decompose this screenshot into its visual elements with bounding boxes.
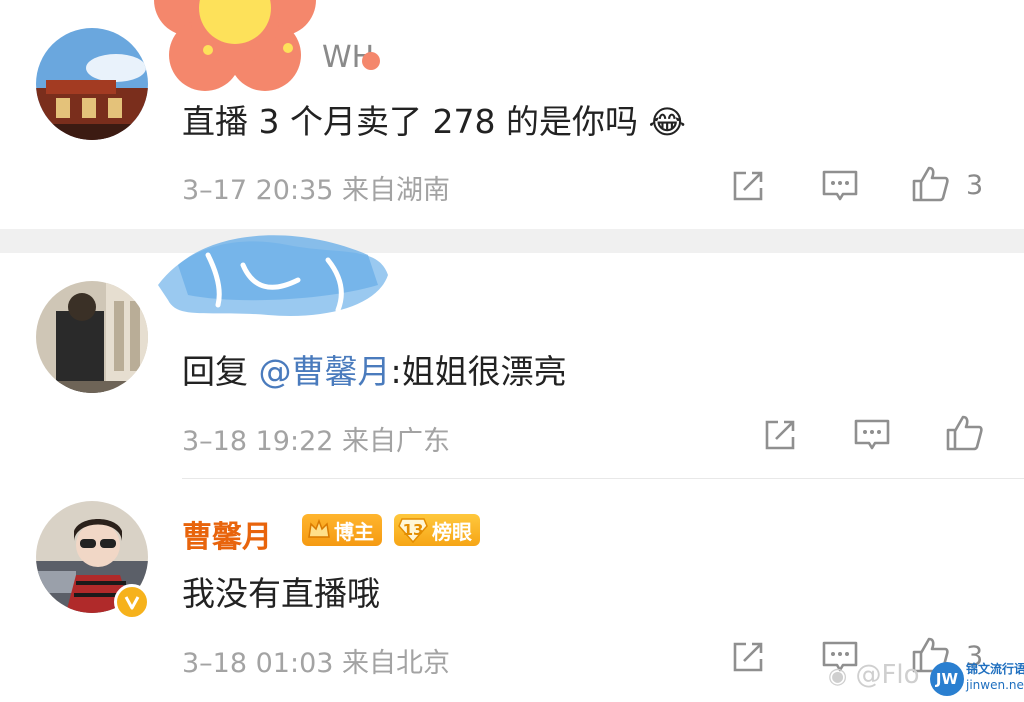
crown-icon bbox=[308, 518, 330, 538]
like-icon bbox=[912, 166, 949, 202]
share-icon bbox=[765, 420, 795, 450]
weibo-logo-icon: ◉ bbox=[828, 664, 848, 689]
site-name: 锦文流行语 bbox=[966, 662, 1024, 676]
rank-diamond-icon: 13 bbox=[398, 517, 428, 543]
share-icon bbox=[733, 171, 763, 201]
comment-text: 直播 3 个月卖了 278 的是你吗 😂 bbox=[182, 95, 686, 143]
laugh-cry-emoji: 😂 bbox=[648, 103, 686, 141]
rank-badge-label: 榜眼 bbox=[432, 519, 472, 544]
username-redaction-scribble bbox=[148, 225, 398, 335]
like-button[interactable] bbox=[910, 164, 950, 204]
share-button[interactable] bbox=[760, 415, 800, 455]
comment-meta: 3–18 19:22 来自广东 bbox=[182, 426, 451, 457]
verified-icon bbox=[114, 584, 150, 620]
sticker-dot bbox=[362, 52, 380, 70]
flower-sticker bbox=[130, 0, 340, 110]
site-watermark: JW 锦文流行语 jinwen.net bbox=[930, 658, 1024, 702]
comment-text-body: 直播 3 个月卖了 278 的是你吗 bbox=[182, 102, 638, 141]
reply-button[interactable] bbox=[852, 415, 892, 455]
blogger-badge-label: 博主 bbox=[334, 519, 374, 544]
watermark-handle: @Flo bbox=[855, 660, 920, 690]
like-button[interactable] bbox=[944, 413, 984, 453]
blogger-badge: 博主 bbox=[302, 514, 382, 546]
comment-item: WH 直播 3 个月卖了 278 的是你吗 😂 3–17 20:35 来自湖南 … bbox=[0, 0, 1024, 229]
site-logo-icon: JW bbox=[930, 662, 964, 696]
comment-item: 回复 @曹馨月:姐姐很漂亮 3–18 19:22 来自广东 bbox=[0, 235, 1024, 478]
weibo-handle-watermark: ◉ @Flo bbox=[828, 660, 920, 690]
comment-icon bbox=[822, 170, 858, 201]
like-icon bbox=[946, 415, 983, 451]
comment-meta: 3–18 01:03 来自北京 bbox=[182, 648, 451, 679]
share-icon bbox=[733, 642, 763, 672]
comment-meta: 3–17 20:35 来自湖南 bbox=[182, 175, 451, 206]
comment-icon bbox=[854, 419, 890, 450]
reply-body: :姐姐很漂亮 bbox=[390, 352, 567, 391]
reply-button[interactable] bbox=[820, 166, 860, 206]
share-button[interactable] bbox=[728, 637, 768, 677]
username[interactable]: 曹馨月 bbox=[182, 512, 272, 556]
share-button[interactable] bbox=[728, 166, 768, 206]
avatar[interactable] bbox=[36, 281, 148, 393]
comment-text: 回复 @曹馨月:姐姐很漂亮 bbox=[182, 345, 567, 393]
mention-link[interactable]: @曹馨月 bbox=[259, 352, 391, 391]
comment-text: 我没有直播哦 bbox=[182, 574, 380, 613]
rank-badge: 13 榜眼 bbox=[394, 514, 480, 546]
rank-number: 13 bbox=[402, 521, 424, 539]
site-url: jinwen.net bbox=[966, 678, 1024, 692]
like-count: 3 bbox=[966, 170, 984, 201]
reply-prefix: 回复 bbox=[182, 352, 259, 391]
